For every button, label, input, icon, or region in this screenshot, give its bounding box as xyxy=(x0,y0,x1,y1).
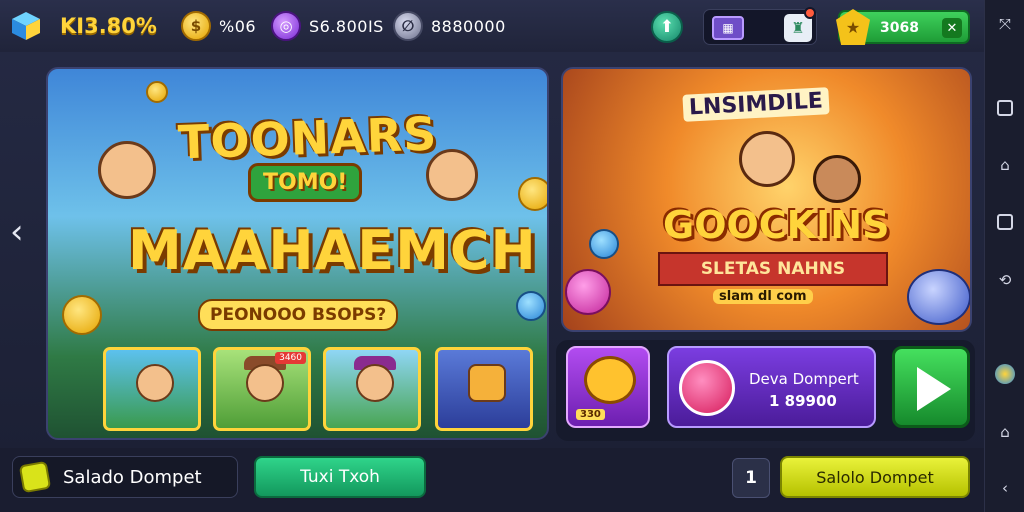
character-face-icon xyxy=(356,364,394,402)
inventory-panel[interactable]: ▦ ♜ xyxy=(703,7,817,45)
gem-balance[interactable]: ◎ S6.800IS xyxy=(271,11,384,41)
thumbnail-badge: 3460 xyxy=(275,352,306,364)
close-icon[interactable]: ✕ xyxy=(942,18,962,38)
carousel-prev-arrow-icon[interactable]: ‹ xyxy=(10,212,24,252)
back-icon[interactable]: ‹ xyxy=(995,478,1015,498)
right-nav-rail: ⤧ ⌂ ⟲ ⌂ ‹ xyxy=(984,0,1024,512)
home-icon[interactable]: ⌂ xyxy=(995,422,1015,442)
game-thumbnail-4[interactable] xyxy=(435,347,533,431)
play-button[interactable] xyxy=(892,346,970,428)
game-lobby-screen: KI3.80% $ %06 ◎ S6.800IS ∅ 8880000 ⬆ ▦ ♜… xyxy=(0,0,1024,512)
hero-character-left xyxy=(98,141,156,199)
notification-dot xyxy=(804,7,816,19)
gold-gem-icon: ★ xyxy=(836,9,870,45)
gem-balance-value: S6.800IS xyxy=(309,16,384,36)
top-bar: KI3.80% $ %06 ◎ S6.800IS ∅ 8880000 ⬆ ▦ ♜… xyxy=(0,0,984,52)
coin-icon: $ xyxy=(181,11,211,41)
saldo-wallet-label: Salado Dompet xyxy=(63,466,202,488)
gem-icon: ◎ xyxy=(271,11,301,41)
app-logo-icon xyxy=(12,12,40,40)
silver-balance[interactable]: ∅ 8880000 xyxy=(393,11,506,41)
mascot-tile-value: 330 xyxy=(576,409,605,420)
game-thumbnail-2[interactable]: 3460 xyxy=(213,347,311,431)
fullscreen-icon[interactable]: ⤧ xyxy=(995,14,1015,34)
game-thumbnail-1[interactable] xyxy=(103,347,201,431)
character-face-icon xyxy=(246,364,284,402)
game-thumbnails: 3460 xyxy=(103,347,533,431)
silver-coin-icon: ∅ xyxy=(393,11,423,41)
rotate-icon[interactable]: ⟲ xyxy=(995,270,1015,290)
bottom-bar: Salado Dompet Tuxi Txoh 1 Salolo Dompet xyxy=(0,448,984,512)
coin-decoration xyxy=(518,177,547,211)
silver-balance-value: 8880000 xyxy=(431,16,506,36)
wallet-gem-icon xyxy=(18,460,52,494)
coin-balance[interactable]: $ %06 xyxy=(181,11,257,41)
coin-decoration xyxy=(62,295,102,335)
game-center-icon[interactable] xyxy=(995,364,1015,384)
wallet-value: 3068 xyxy=(880,20,919,36)
mascot-tile[interactable]: 330 xyxy=(566,346,650,428)
hero-character-boy xyxy=(739,131,795,187)
coin-decoration xyxy=(146,81,168,103)
play-icon xyxy=(917,367,951,411)
coin-balance-value: %06 xyxy=(219,16,257,36)
game-thumbnail-3[interactable] xyxy=(323,347,421,431)
blue-coin-decoration xyxy=(516,291,546,321)
wallet-button[interactable]: ★ 3068 ✕ xyxy=(836,9,970,45)
window-icon[interactable] xyxy=(995,98,1015,118)
banner-top-label: LNSIMDILE xyxy=(682,87,830,122)
deposit-tile-amount: 1 89900 xyxy=(769,392,837,410)
upgrade-button[interactable]: ⬆ xyxy=(651,11,683,43)
brand-title: KI3.80% xyxy=(60,14,157,38)
count-button[interactable]: 1 xyxy=(732,458,770,498)
banner-title: GOOCKINS xyxy=(663,203,890,247)
deposit-orb-icon xyxy=(679,360,735,416)
banner-title-main: MAAHAEMCH xyxy=(128,219,537,282)
arrow-up-icon: ⬆ xyxy=(659,17,675,37)
home-outline-icon[interactable]: ⌂ xyxy=(995,155,1015,175)
yellow-wallet-button[interactable]: Salolo Dompet xyxy=(780,456,970,498)
card-icon[interactable]: ▦ xyxy=(712,16,744,40)
mascot-icon xyxy=(584,356,636,404)
deposit-tile[interactable]: Deva Dompert 1 89900 xyxy=(667,346,876,428)
deposit-tile-label: Deva Dompert xyxy=(749,370,859,388)
banner-small-label: slam dl com xyxy=(713,289,813,304)
green-action-button[interactable]: Tuxi Txoh xyxy=(254,456,426,498)
featured-banner-left[interactable]: TOONARS TOMO! MAAHAEMCH PEONOOO BSOPS? 3… xyxy=(46,67,549,440)
robot-face-icon xyxy=(468,364,506,402)
disc-decoration xyxy=(907,269,970,325)
blue-coin-decoration xyxy=(589,229,619,259)
character-face-icon xyxy=(136,364,174,402)
banner-subtitle: PEONOOO BSOPS? xyxy=(198,299,399,331)
featured-banner-right[interactable]: LNSIMDILE GOOCKINS SLETAS NAHNS slam dl … xyxy=(561,67,972,332)
hero-character-girl xyxy=(813,155,861,203)
banner-title-top: TOONARS xyxy=(177,106,439,170)
saldo-wallet-button[interactable]: Salado Dompet xyxy=(12,456,238,498)
pink-orb-decoration xyxy=(565,269,611,315)
banner-ribbon: SLETAS NAHNS xyxy=(658,252,888,286)
banner-badge: TOMO! xyxy=(248,163,363,202)
card-outline-icon[interactable] xyxy=(995,212,1015,232)
